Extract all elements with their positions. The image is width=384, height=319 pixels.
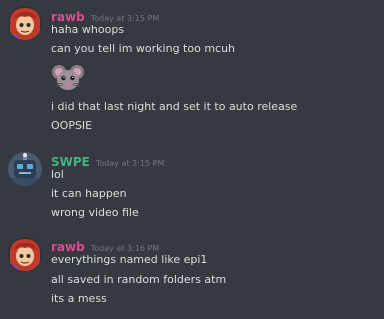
message-header: SWPE Today at 3:15 PM [51,153,164,172]
red-haired-character-avatar-icon [8,237,42,271]
timestamp: Today at 3:15 PM [90,14,160,23]
username[interactable]: rawb [51,240,85,254]
message-text: all saved in random folders atm [51,273,227,286]
red-haired-character-avatar-icon [8,6,42,40]
message-text: OOPSIE [51,119,93,132]
timestamp: Today at 3:15 PM [95,159,165,168]
timestamp: Today at 3:16 PM [90,244,160,253]
message-text: everythings named like epi1 [51,253,208,266]
user-avatar[interactable] [8,6,42,40]
rat-face-emoji-icon[interactable] [51,64,85,92]
username[interactable]: SWPE [51,155,90,169]
message-text: wrong video file [51,206,139,219]
message-text: it can happen [51,187,127,200]
chat-messages-area: rawb Today at 3:15 PM haha whoops can you… [0,0,384,319]
username[interactable]: rawb [51,10,85,24]
message-text: haha whoops [51,23,125,36]
user-avatar[interactable] [8,152,42,186]
message-text: its a mess [51,292,107,305]
user-avatar[interactable] [8,237,42,271]
message-text: lol [51,168,64,181]
message-text: can you tell im working too mcuh [51,42,236,55]
message-text: i did that last night and set it to auto… [51,100,298,113]
blue-robot-avatar-icon [8,152,42,186]
